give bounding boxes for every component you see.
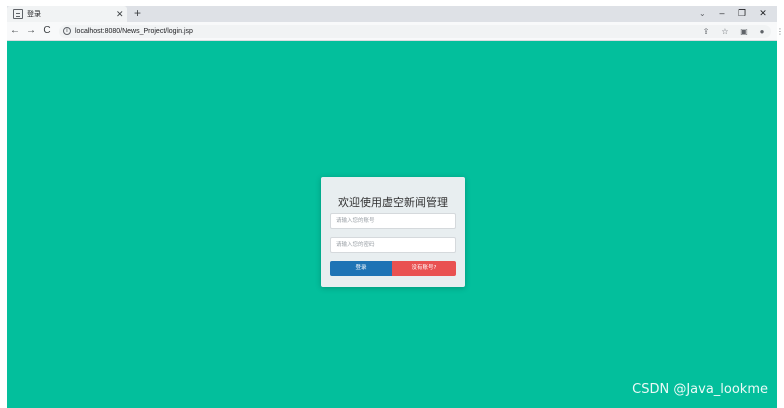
account-input[interactable] [330,213,456,229]
side-panel-icon[interactable]: ▣ [738,25,750,38]
tab-title: 登录 [27,10,41,18]
menu-icon[interactable]: ⋮ [774,25,784,38]
info-icon[interactable]: i [63,27,71,35]
forward-button[interactable]: → [25,24,37,38]
register-button[interactable]: 没有账号? [392,261,456,276]
close-icon[interactable]: ✕ [116,7,124,21]
tab-login[interactable]: 登录 ✕ [7,6,127,22]
tab-strip: 登录 ✕ + ⌄ – ❐ ✕ [7,6,777,22]
maximize-button[interactable]: ❐ [735,6,749,21]
page-viewport: 欢迎使用虚空新闻管理 登录 没有账号? CSDN @Java_lookme [7,41,777,408]
chevron-down-icon[interactable]: ⌄ [699,6,706,21]
back-button[interactable]: ← [9,24,21,38]
browser-toolbar: ← → C i localhost:8080/News_Project/logi… [7,22,784,41]
address-bar[interactable]: i localhost:8080/News_Project/login.jsp … [59,25,784,38]
watermark: CSDN @Java_lookme [632,382,768,397]
page-icon [13,9,23,19]
url-text[interactable]: localhost:8080/News_Project/login.jsp [75,25,193,38]
password-input[interactable] [330,237,456,253]
browser-window: 登录 ✕ + ⌄ – ❐ ✕ ← → C i localhost:8080/Ne… [7,0,784,408]
star-icon[interactable]: ☆ [719,25,731,38]
profile-icon[interactable]: ● [756,25,768,38]
new-tab-button[interactable]: + [134,6,141,21]
close-window-button[interactable]: ✕ [756,6,770,21]
login-card: 欢迎使用虚空新闻管理 登录 没有账号? [321,177,465,287]
login-title: 欢迎使用虚空新闻管理 [338,196,448,209]
reload-button[interactable]: C [41,24,53,38]
share-icon[interactable]: ⇪ [700,25,712,38]
login-button[interactable]: 登录 [330,261,392,276]
minimize-button[interactable]: – [715,6,729,21]
